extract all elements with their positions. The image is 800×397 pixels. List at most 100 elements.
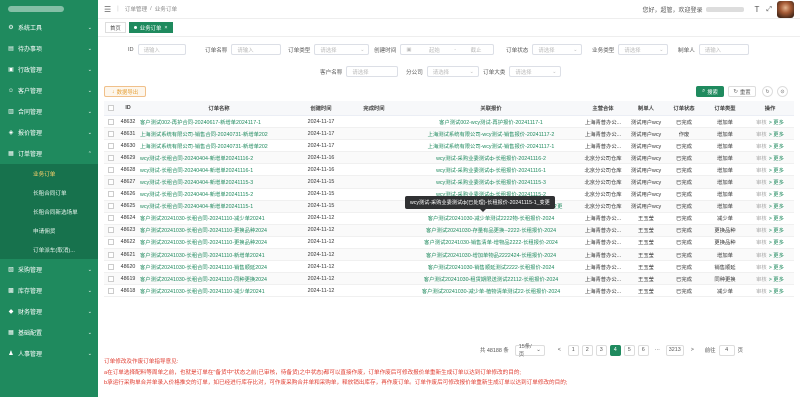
columns-icon[interactable]: ⊙ <box>777 86 788 97</box>
more-link[interactable]: > 更多 <box>769 263 784 271</box>
row-order-name[interactable]: 客户测试002-再护合同-20240617-新增单2024117-1 <box>138 116 298 127</box>
row-quote[interactable]: wcy测试-采购业委测试ф-长租报价-20241116-2 <box>404 152 578 163</box>
detail-link[interactable]: 审核 <box>756 263 767 271</box>
prev-page-button[interactable]: < <box>554 345 565 356</box>
sidebar-item-1[interactable]: ▤ 待办事项 ⌄ <box>0 38 98 59</box>
id-input[interactable]: 请输入 <box>137 44 186 55</box>
more-link[interactable]: > 更多 <box>769 226 784 234</box>
sidebar-subitem-1[interactable]: 长租合同订单 <box>0 183 98 202</box>
more-link[interactable]: > 更多 <box>769 190 784 198</box>
row-order-name[interactable]: 上海测试系统有限公司-销售合同-20240731-新增单202 <box>138 140 298 151</box>
row-checkbox[interactable] <box>104 261 118 272</box>
more-link[interactable]: > 更多 <box>769 154 784 162</box>
table-row[interactable]: 48618 客户测试20241030-长租合同-20241110-减少单20241… <box>104 285 794 298</box>
next-page-button[interactable]: > <box>687 345 698 356</box>
close-icon[interactable]: × <box>164 25 167 31</box>
export-button[interactable]: ↓ 数据导出 <box>104 86 146 97</box>
detail-link[interactable]: 审核 <box>756 154 767 162</box>
font-size-icon[interactable]: T <box>755 5 760 14</box>
row-checkbox[interactable] <box>104 128 118 139</box>
row-order-name[interactable]: wcy测试-长租合同-20240404-新增单20241115-3 <box>138 176 298 187</box>
detail-link[interactable]: 审核 <box>756 142 767 150</box>
sidebar-item-5[interactable]: ◈ 报价管理 ⌄ <box>0 122 98 143</box>
biz-type-select[interactable]: 请选择 ⌄ <box>618 44 669 55</box>
row-quote[interactable]: wcy测试-采购业委测试ф-长租报价-20241116-1 <box>404 164 578 175</box>
row-quote[interactable]: 客户测试002-wcy测试-再护报价-20241117-1 <box>404 116 578 127</box>
row-checkbox[interactable] <box>104 273 118 284</box>
row-order-name[interactable]: 客户测试20241030-长租合同-20241110-减少单20241 <box>138 285 298 296</box>
more-link[interactable]: > 更多 <box>769 202 784 210</box>
page-6[interactable]: 6 <box>637 344 649 356</box>
table-row[interactable]: 48619 客户测试20241030-长租合同-20241110-同种更换2024… <box>104 273 794 286</box>
table-row[interactable]: 48630 上海测试系统有限公司-销售合同-20240731-新增单202 2024… <box>104 140 794 153</box>
detail-link[interactable]: 审核 <box>756 190 767 198</box>
table-row[interactable]: 48627 wcy测试-长租合同-20240404-新增单20241115-3 20… <box>104 176 794 189</box>
sidebar-bottom-item-0[interactable]: ▧ 采购管理 ⌄ <box>0 259 98 280</box>
order-name-input[interactable]: 请输入 <box>231 44 282 55</box>
table-row[interactable]: 48620 客户测试20241030-长租合同-20241110-销售顺延2024… <box>104 261 794 274</box>
row-order-name[interactable]: 客户测试20241030-长租合同-20241110-更换品种2024 <box>138 237 298 248</box>
table-row[interactable]: 48632 客户测试002-再护合同-20240617-新增单2024117-1 2… <box>104 116 794 129</box>
row-checkbox[interactable] <box>104 176 118 187</box>
reset-button[interactable]: ↻ 重置 <box>728 86 756 97</box>
detail-link[interactable]: 审核 <box>756 178 767 186</box>
goto-input[interactable]: 4 <box>718 344 735 356</box>
tab-home[interactable]: 首页 <box>105 22 126 33</box>
sidebar-bottom-item-1[interactable]: ▩ 库存管理 ⌄ <box>0 280 98 301</box>
row-checkbox[interactable] <box>104 249 118 260</box>
row-quote[interactable]: 上海测试系统有限公司-wcy测试-销售报价-20241117-2 <box>404 128 578 139</box>
row-order-name[interactable]: wcy测试-长租合同-20240404-新增单20241115-1 <box>138 201 298 212</box>
table-row[interactable]: 48624 客户测试20241030-长租合同-20241110-减少单20241… <box>104 213 794 225</box>
page-2[interactable]: 2 <box>581 344 593 356</box>
sidebar-bottom-item-3[interactable]: ▦ 基础配置 ⌄ <box>0 322 98 343</box>
page-size-select[interactable]: 15条/页 ⌄ <box>514 344 545 358</box>
avatar[interactable] <box>777 1 794 18</box>
row-quote[interactable]: 客户测试20241030-租赁期限送测试22112-长租报价-2024 <box>404 273 578 284</box>
table-row[interactable]: 48631 上海测试系统有限公司-销售合同-20240731-新增单202 2024… <box>104 128 794 141</box>
row-quote[interactable]: 上海测试系统有限公司-wcy测试-销售报价-20241117-1 <box>404 140 578 151</box>
row-checkbox[interactable] <box>104 152 118 163</box>
table-row[interactable]: 48629 wcy测试-长租合同-20240404-新增单20241116-2 20… <box>104 152 794 165</box>
detail-link[interactable]: 审核 <box>756 118 767 126</box>
page-last[interactable]: 3213 <box>665 344 684 356</box>
table-row[interactable]: 48623 客户测试20241030-长租合同-20241110-更换品种2024… <box>104 224 794 237</box>
row-order-name[interactable]: wcy测试-长租合同-20240404-新增单20241115-2 <box>138 189 298 200</box>
sidebar-bottom-item-2[interactable]: ◆ 财务管理 ⌄ <box>0 301 98 322</box>
sidebar-item-2[interactable]: ▣ 行政管理 ⌄ <box>0 59 98 80</box>
order-category-select[interactable]: 请选择 ⌄ <box>509 66 562 77</box>
menu-toggle-icon[interactable]: ☰ <box>104 5 111 14</box>
row-order-name[interactable]: wcy测试-长租合同-20240404-新增单20241116-2 <box>138 152 298 163</box>
refresh-icon[interactable]: ↻ <box>762 86 773 97</box>
select-all-checkbox[interactable] <box>104 101 118 115</box>
pager-ellipsis[interactable]: ··· <box>652 345 663 356</box>
table-row[interactable]: 48621 客户测试20241030-长租合同-20241110-新增单20241… <box>104 249 794 262</box>
tab-business-order[interactable]: 业务订单 × <box>128 22 173 33</box>
more-link[interactable]: > 更多 <box>769 130 784 138</box>
more-link[interactable]: > 更多 <box>769 118 784 126</box>
detail-link[interactable]: 审核 <box>756 214 767 222</box>
page-1[interactable]: 1 <box>567 344 579 356</box>
sidebar-item-0[interactable]: ⚙ 系统工具 ⌄ <box>0 17 98 38</box>
sidebar-subitem-0[interactable]: 业务订单 <box>0 164 98 183</box>
table-row[interactable]: 48628 wcy测试-长租合同-20240404-新增单20241116-1 20… <box>104 164 794 177</box>
row-order-name[interactable]: 客户测试20241030-长租合同-20241110-销售顺延2024 <box>138 261 298 272</box>
detail-link[interactable]: 审核 <box>756 202 767 210</box>
sidebar-item-3[interactable]: ☺ 客户管理 ⌄ <box>0 80 98 101</box>
row-quote[interactable]: 客户测试20241030-销售顺延测试2222-长租报价-2024 <box>404 261 578 272</box>
sidebar-subitem-2[interactable]: 长租合同新选场单 <box>0 202 98 221</box>
page-5[interactable]: 5 <box>623 344 635 356</box>
row-quote[interactable]: 客户测试20241030-销售清单-增物品2222-长租报价-2024 <box>404 237 578 248</box>
more-link[interactable]: > 更多 <box>769 178 784 186</box>
row-checkbox[interactable] <box>104 116 118 127</box>
order-type-select[interactable]: 请选择 ⌄ <box>314 44 370 55</box>
row-checkbox[interactable] <box>104 213 118 224</box>
more-link[interactable]: > 更多 <box>769 238 784 246</box>
detail-link[interactable]: 审核 <box>756 226 767 234</box>
detail-link[interactable]: 审核 <box>756 130 767 138</box>
customer-select[interactable]: 请选择 <box>346 66 399 77</box>
more-link[interactable]: > 更多 <box>769 287 784 295</box>
more-link[interactable]: > 更多 <box>769 251 784 259</box>
row-order-name[interactable]: 客户测试20241030-长租合同-20241110-更换品种2024 <box>138 225 298 236</box>
breadcrumb-root[interactable]: 订单管理 <box>125 5 147 13</box>
detail-link[interactable]: 审核 <box>756 251 767 259</box>
